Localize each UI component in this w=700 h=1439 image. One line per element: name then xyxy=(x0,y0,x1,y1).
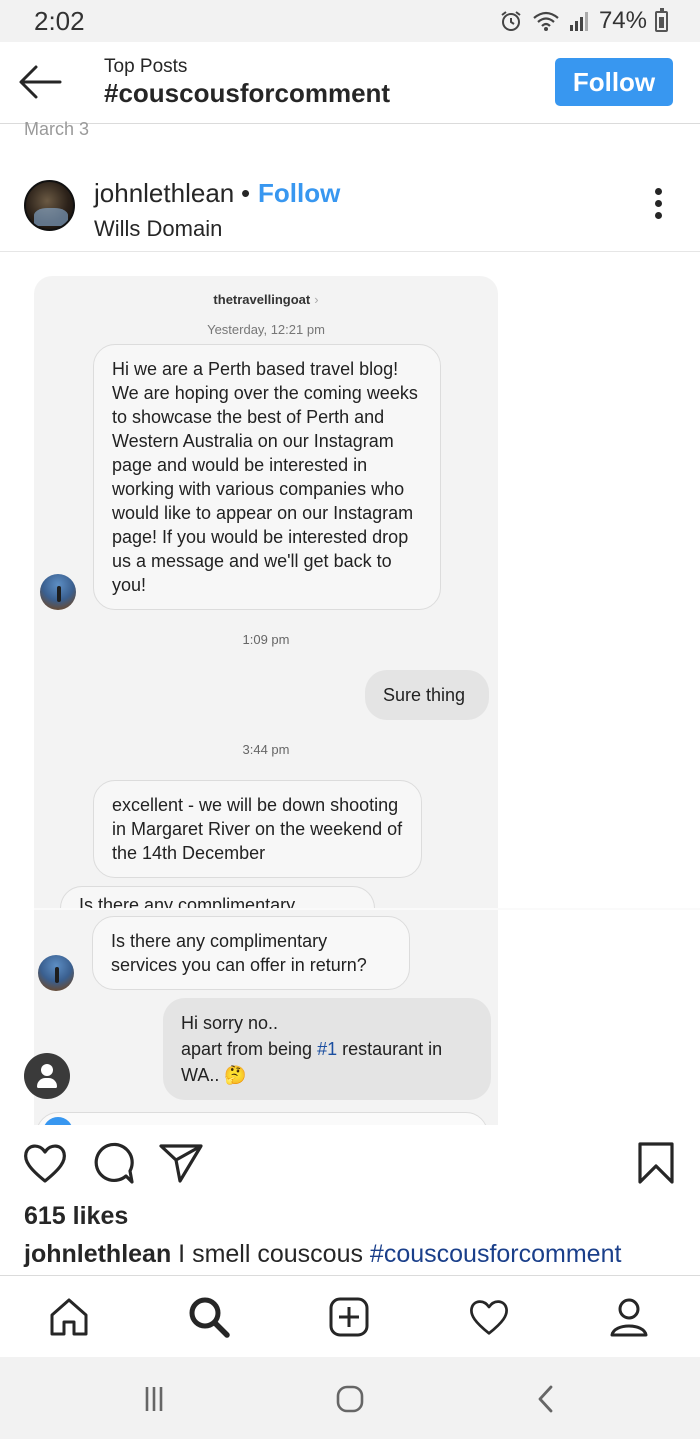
post-location[interactable]: Wills Domain xyxy=(94,216,222,242)
dm-thread-name-text: thetravellingoat xyxy=(213,292,311,307)
chevron-right-icon: › xyxy=(314,292,319,307)
status-time: 2:02 xyxy=(34,6,85,36)
status-bar: 2:02 74% xyxy=(0,0,700,42)
thinking-emoji: 🤔 xyxy=(224,1065,247,1085)
top-posts-header: Top Posts #couscousforcomment Follow xyxy=(0,42,700,124)
recents-icon[interactable] xyxy=(134,1383,174,1415)
header-subtitle: Top Posts xyxy=(104,56,188,77)
dm-thread-name: thetravellingoat › xyxy=(34,292,498,307)
dm-message-outgoing: Sure thing xyxy=(365,670,489,720)
dm-avatar xyxy=(38,955,74,991)
back-icon[interactable] xyxy=(526,1383,566,1415)
dm-timestamp: 1:09 pm xyxy=(242,632,290,647)
separator-dot: • xyxy=(241,178,251,208)
add-post-icon[interactable] xyxy=(326,1294,372,1340)
dm-reply-line: apart from being #1 restaurant in WA.. 🤔 xyxy=(181,1036,473,1088)
tagged-user-icon[interactable] xyxy=(24,1053,70,1099)
dm-reply-tag: #1 xyxy=(317,1039,338,1059)
dm-input-peek xyxy=(36,1112,488,1125)
dm-avatar xyxy=(40,574,76,610)
dm-message-incoming: Hi we are a Perth based travel blog! We … xyxy=(93,344,441,610)
activity-heart-icon[interactable] xyxy=(466,1294,512,1340)
dm-reply-text: apart from being xyxy=(181,1039,318,1059)
dm-message-cutoff: Is there any complimentary xyxy=(60,886,375,908)
bookmark-icon[interactable] xyxy=(636,1141,676,1185)
signal-icon xyxy=(569,12,588,31)
hashtag-title: #couscousforcomment xyxy=(104,78,391,108)
android-nav-bar xyxy=(0,1357,700,1439)
post-header: johnlethlean • Follow Wills Domain xyxy=(0,160,700,252)
search-icon[interactable] xyxy=(186,1294,232,1340)
post-username[interactable]: johnlethlean xyxy=(94,178,234,209)
back-arrow-icon[interactable] xyxy=(16,62,64,102)
previous-post-date: March 3 xyxy=(24,119,90,139)
dm-message-incoming: Is there any complimentary services you … xyxy=(92,916,410,990)
home-icon[interactable] xyxy=(46,1294,92,1340)
screenshot-seam xyxy=(34,908,700,910)
avatar[interactable] xyxy=(24,180,75,231)
post-actions xyxy=(0,1125,700,1195)
caption-username[interactable]: johnlethlean xyxy=(24,1240,171,1268)
dm-timestamp: Yesterday, 12:21 pm xyxy=(207,322,325,337)
caption-hashtag[interactable]: #couscousforcomment xyxy=(370,1240,622,1268)
wifi-icon xyxy=(533,11,559,31)
dm-message-incoming: excellent - we will be down shooting in … xyxy=(93,780,422,878)
heart-icon[interactable] xyxy=(22,1141,68,1185)
dm-message-outgoing: Hi sorry no.. apart from being #1 restau… xyxy=(163,998,491,1100)
dm-reply-line: Hi sorry no.. xyxy=(181,1013,279,1033)
likes-count[interactable]: 615 likes xyxy=(24,1202,128,1231)
follow-hashtag-button[interactable]: Follow xyxy=(555,58,673,106)
battery-percent: 74% xyxy=(598,7,647,34)
post-image[interactable]: thetravellingoat › Yesterday, 12:21 pm Hi… xyxy=(0,260,700,1125)
follow-user-link[interactable]: Follow xyxy=(258,178,340,209)
bottom-nav xyxy=(0,1275,700,1357)
status-icons: 74% xyxy=(499,7,668,35)
comment-icon[interactable] xyxy=(91,1141,135,1185)
share-icon[interactable] xyxy=(158,1141,204,1185)
post-caption: johnlethlean I smell couscous #couscousf… xyxy=(24,1240,621,1269)
home-button-icon[interactable] xyxy=(330,1383,370,1415)
caption-text: I smell couscous xyxy=(171,1240,370,1268)
dm-timestamp: 3:44 pm xyxy=(242,742,290,757)
profile-icon[interactable] xyxy=(606,1294,652,1340)
more-vertical-icon[interactable] xyxy=(646,188,670,224)
battery-icon xyxy=(655,7,668,32)
alarm-icon xyxy=(501,11,521,31)
